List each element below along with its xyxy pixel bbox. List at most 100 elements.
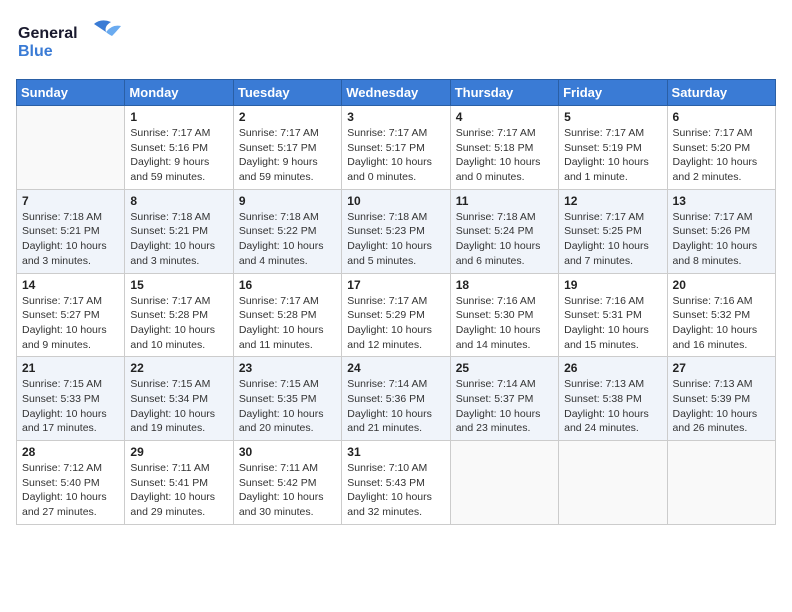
day-info: Sunrise: 7:18 AMSunset: 5:23 PMDaylight:… <box>347 210 444 269</box>
calendar-cell: 14 Sunrise: 7:17 AMSunset: 5:27 PMDayligh… <box>17 273 125 357</box>
calendar-cell: 9Sunrise: 7:18 AMSunset: 5:22 PMDaylight… <box>233 189 341 273</box>
day-number: 25 <box>456 361 553 375</box>
svg-text:Blue: Blue <box>18 43 53 60</box>
day-number: 6 <box>673 110 770 124</box>
calendar-cell: 26Sunrise: 7:13 AMSunset: 5:38 PMDayligh… <box>559 357 667 441</box>
day-info: Sunrise: 7:15 AMSunset: 5:33 PMDaylight:… <box>22 377 119 436</box>
day-number: 27 <box>673 361 770 375</box>
day-info: Sunrise: 7:13 AMSunset: 5:39 PMDaylight:… <box>673 377 770 436</box>
calendar-cell: 31 Sunrise: 7:10 AMSunset: 5:43 PMDayligh… <box>342 441 450 525</box>
calendar-cell: 15Sunrise: 7:17 AMSunset: 5:28 PMDayligh… <box>125 273 233 357</box>
calendar-header: SundayMondayTuesdayWednesdayThursdayFrid… <box>17 80 776 106</box>
day-info: Sunrise: 7:17 AMSunset: 5:26 PMDaylight:… <box>673 210 770 269</box>
calendar-cell <box>559 441 667 525</box>
day-number: 11 <box>456 194 553 208</box>
calendar-cell: 19Sunrise: 7:16 AMSunset: 5:31 PMDayligh… <box>559 273 667 357</box>
day-number: 13 <box>673 194 770 208</box>
calendar-cell: 12Sunrise: 7:17 AMSunset: 5:25 PMDayligh… <box>559 189 667 273</box>
day-info: Sunrise: 7:17 AMSunset: 5:16 PMDaylight:… <box>130 126 227 185</box>
day-info: Sunrise: 7:17 AMSunset: 5:17 PMDaylight:… <box>347 126 444 185</box>
day-number: 23 <box>239 361 336 375</box>
day-info: Sunrise: 7:16 AMSunset: 5:30 PMDaylight:… <box>456 294 553 353</box>
day-info: Sunrise: 7:18 AMSunset: 5:21 PMDaylight:… <box>22 210 119 269</box>
weekday-header: Thursday <box>450 80 558 106</box>
logo: General Blue <box>16 16 126 71</box>
calendar-cell: 22 Sunrise: 7:15 AMSunset: 5:34 PMDayligh… <box>125 357 233 441</box>
calendar-cell: 3 Sunrise: 7:17 AMSunset: 5:17 PMDaylight… <box>342 106 450 190</box>
day-info: Sunrise: 7:17 AMSunset: 5:28 PMDaylight:… <box>239 294 336 353</box>
day-number: 5 <box>564 110 661 124</box>
day-number: 12 <box>564 194 661 208</box>
day-info: Sunrise: 7:18 AMSunset: 5:21 PMDaylight:… <box>130 210 227 269</box>
day-number: 2 <box>239 110 336 124</box>
calendar-cell: 11 Sunrise: 7:18 AMSunset: 5:24 PMDayligh… <box>450 189 558 273</box>
day-info: Sunrise: 7:15 AMSunset: 5:34 PMDaylight:… <box>130 377 227 436</box>
page-header: General Blue <box>16 16 776 71</box>
day-number: 4 <box>456 110 553 124</box>
day-number: 31 <box>347 445 444 459</box>
weekday-header: Saturday <box>667 80 775 106</box>
day-info: Sunrise: 7:16 AMSunset: 5:32 PMDaylight:… <box>673 294 770 353</box>
calendar-cell: 7 Sunrise: 7:18 AMSunset: 5:21 PMDaylight… <box>17 189 125 273</box>
day-info: Sunrise: 7:14 AMSunset: 5:36 PMDaylight:… <box>347 377 444 436</box>
calendar-table: SundayMondayTuesdayWednesdayThursdayFrid… <box>16 79 776 525</box>
day-number: 17 <box>347 278 444 292</box>
day-number: 28 <box>22 445 119 459</box>
day-info: Sunrise: 7:18 AMSunset: 5:24 PMDaylight:… <box>456 210 553 269</box>
calendar-cell: 13 Sunrise: 7:17 AMSunset: 5:26 PMDayligh… <box>667 189 775 273</box>
day-number: 15 <box>130 278 227 292</box>
calendar-cell: 10Sunrise: 7:18 AMSunset: 5:23 PMDayligh… <box>342 189 450 273</box>
day-info: Sunrise: 7:10 AMSunset: 5:43 PMDaylight:… <box>347 461 444 520</box>
day-number: 29 <box>130 445 227 459</box>
day-number: 21 <box>22 361 119 375</box>
day-number: 1 <box>130 110 227 124</box>
calendar-cell: 28Sunrise: 7:12 AMSunset: 5:40 PMDayligh… <box>17 441 125 525</box>
calendar-cell: 24 Sunrise: 7:14 AMSunset: 5:36 PMDayligh… <box>342 357 450 441</box>
svg-text:General: General <box>18 25 78 42</box>
day-number: 9 <box>239 194 336 208</box>
day-info: Sunrise: 7:13 AMSunset: 5:38 PMDaylight:… <box>564 377 661 436</box>
calendar-cell: 5 Sunrise: 7:17 AMSunset: 5:19 PMDaylight… <box>559 106 667 190</box>
calendar-cell <box>17 106 125 190</box>
day-info: Sunrise: 7:11 AMSunset: 5:42 PMDaylight:… <box>239 461 336 520</box>
day-info: Sunrise: 7:14 AMSunset: 5:37 PMDaylight:… <box>456 377 553 436</box>
calendar-cell: 18Sunrise: 7:16 AMSunset: 5:30 PMDayligh… <box>450 273 558 357</box>
calendar-cell: 1 Sunrise: 7:17 AMSunset: 5:16 PMDaylight… <box>125 106 233 190</box>
day-number: 22 <box>130 361 227 375</box>
weekday-header: Wednesday <box>342 80 450 106</box>
day-info: Sunrise: 7:17 AMSunset: 5:18 PMDaylight:… <box>456 126 553 185</box>
day-number: 7 <box>22 194 119 208</box>
calendar-cell: 21 Sunrise: 7:15 AMSunset: 5:33 PMDayligh… <box>17 357 125 441</box>
calendar-cell: 17 Sunrise: 7:17 AMSunset: 5:29 PMDayligh… <box>342 273 450 357</box>
calendar-cell: 20 Sunrise: 7:16 AMSunset: 5:32 PMDayligh… <box>667 273 775 357</box>
day-number: 16 <box>239 278 336 292</box>
day-info: Sunrise: 7:17 AMSunset: 5:29 PMDaylight:… <box>347 294 444 353</box>
calendar-cell: 29 Sunrise: 7:11 AMSunset: 5:41 PMDayligh… <box>125 441 233 525</box>
calendar-cell: 8 Sunrise: 7:18 AMSunset: 5:21 PMDaylight… <box>125 189 233 273</box>
weekday-header: Sunday <box>17 80 125 106</box>
day-info: Sunrise: 7:15 AMSunset: 5:35 PMDaylight:… <box>239 377 336 436</box>
calendar-cell: 6 Sunrise: 7:17 AMSunset: 5:20 PMDaylight… <box>667 106 775 190</box>
day-info: Sunrise: 7:17 AMSunset: 5:19 PMDaylight:… <box>564 126 661 185</box>
day-number: 14 <box>22 278 119 292</box>
logo-text: General Blue <box>16 16 126 71</box>
weekday-header: Monday <box>125 80 233 106</box>
calendar-cell: 25 Sunrise: 7:14 AMSunset: 5:37 PMDayligh… <box>450 357 558 441</box>
calendar-cell <box>667 441 775 525</box>
day-info: Sunrise: 7:17 AMSunset: 5:20 PMDaylight:… <box>673 126 770 185</box>
calendar-cell: 27 Sunrise: 7:13 AMSunset: 5:39 PMDayligh… <box>667 357 775 441</box>
day-info: Sunrise: 7:17 AMSunset: 5:27 PMDaylight:… <box>22 294 119 353</box>
calendar-cell: 2 Sunrise: 7:17 AMSunset: 5:17 PMDaylight… <box>233 106 341 190</box>
day-number: 8 <box>130 194 227 208</box>
calendar-cell: 16 Sunrise: 7:17 AMSunset: 5:28 PMDayligh… <box>233 273 341 357</box>
calendar-cell: 23 Sunrise: 7:15 AMSunset: 5:35 PMDayligh… <box>233 357 341 441</box>
day-number: 3 <box>347 110 444 124</box>
day-number: 24 <box>347 361 444 375</box>
day-info: Sunrise: 7:17 AMSunset: 5:17 PMDaylight:… <box>239 126 336 185</box>
calendar-cell: 4 Sunrise: 7:17 AMSunset: 5:18 PMDaylight… <box>450 106 558 190</box>
calendar-cell: 30Sunrise: 7:11 AMSunset: 5:42 PMDayligh… <box>233 441 341 525</box>
calendar-cell <box>450 441 558 525</box>
day-info: Sunrise: 7:11 AMSunset: 5:41 PMDaylight:… <box>130 461 227 520</box>
day-number: 20 <box>673 278 770 292</box>
weekday-header: Friday <box>559 80 667 106</box>
